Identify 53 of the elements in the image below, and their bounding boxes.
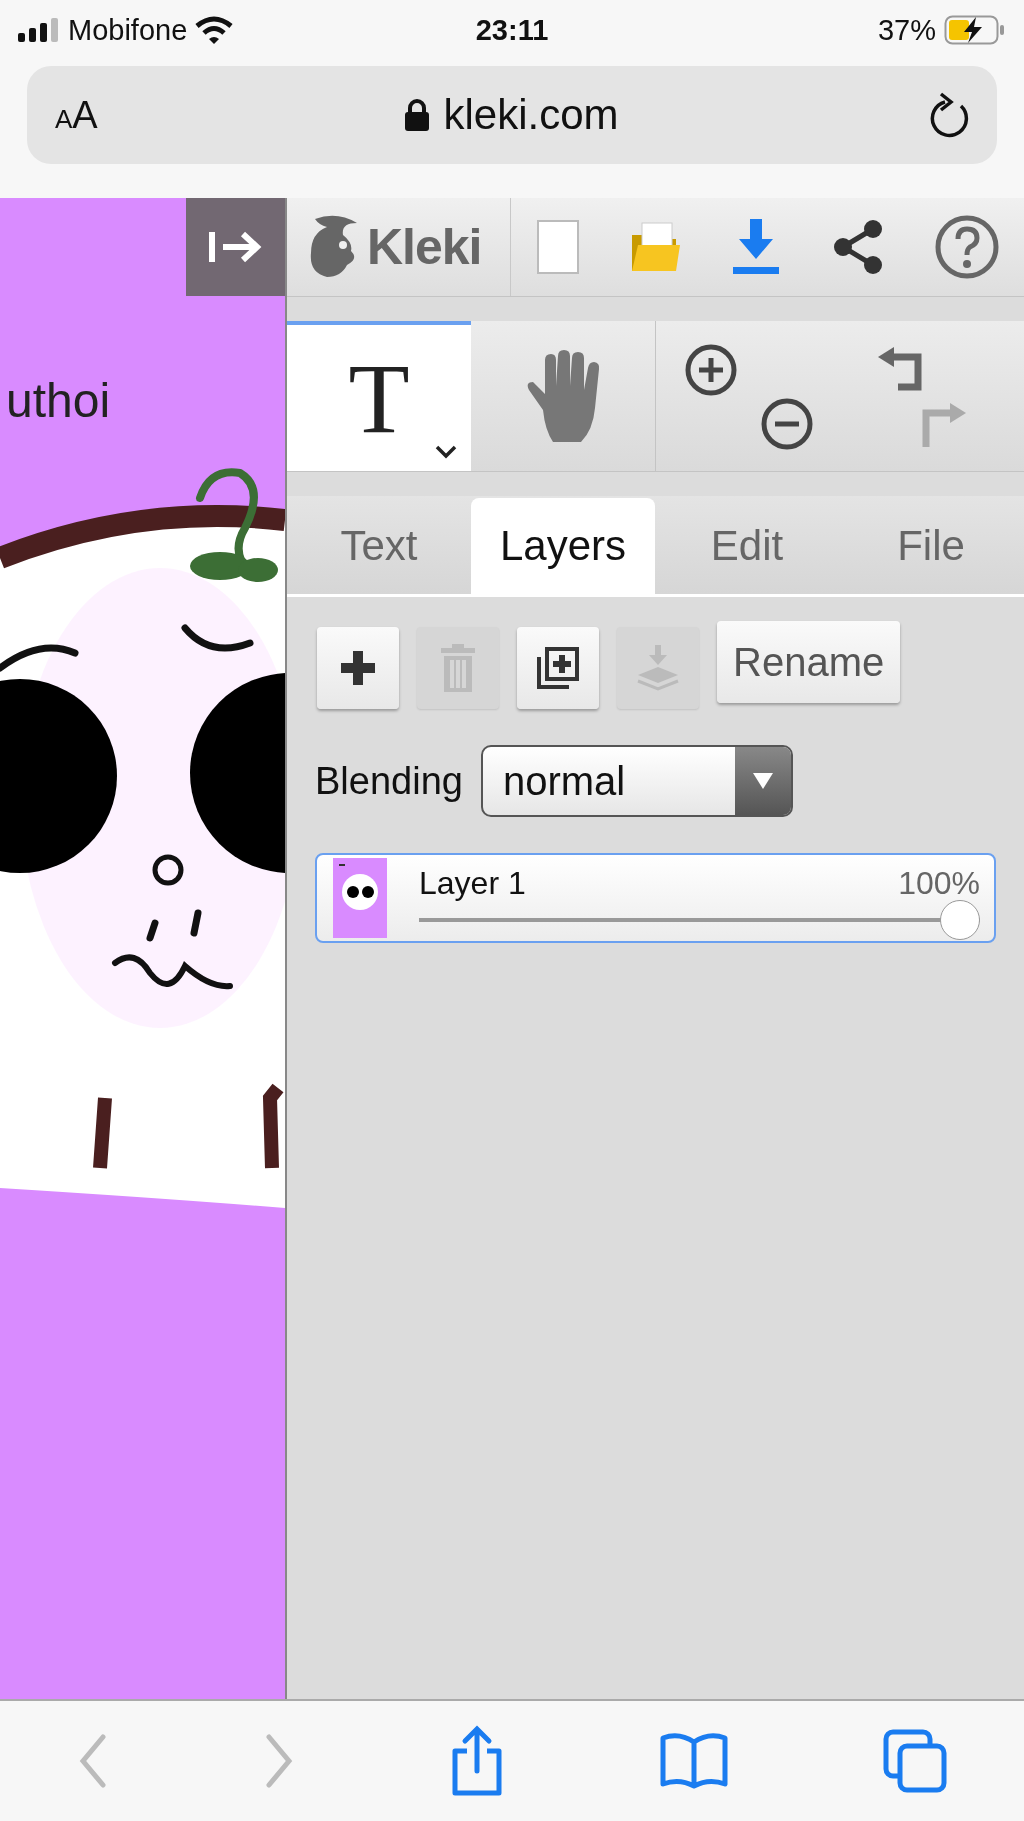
- new-image-button[interactable]: [535, 219, 580, 275]
- plus-icon: [341, 651, 375, 685]
- add-layer-button[interactable]: [317, 627, 399, 709]
- merge-down-icon: [636, 645, 680, 691]
- chevron-left-icon: [77, 1733, 109, 1789]
- collapse-panel-button[interactable]: [186, 198, 285, 296]
- zoom-out-icon: [760, 397, 814, 451]
- panel-tab[interactable]: Layers: [471, 498, 655, 594]
- blending-label: Blending: [315, 759, 463, 803]
- url-text: kleki.com: [443, 91, 619, 139]
- text-tool-button[interactable]: T: [287, 321, 471, 471]
- tabs-button[interactable]: [883, 1729, 947, 1793]
- address-bar[interactable]: AA kleki.com: [27, 66, 997, 164]
- bookmarks-button[interactable]: [659, 1732, 729, 1790]
- layer-opacity: 100%: [898, 864, 980, 902]
- lock-icon: [405, 99, 430, 131]
- panel-tab[interactable]: Edit: [655, 498, 839, 594]
- text-tool-icon: T: [348, 340, 410, 456]
- text-size-button[interactable]: AA: [55, 93, 255, 137]
- caret-icon: [435, 445, 457, 459]
- canvas-text: uthoi: [6, 373, 111, 428]
- panel-tab[interactable]: File: [839, 498, 1023, 594]
- help-button[interactable]: [935, 215, 1000, 279]
- panel-tab[interactable]: Text: [287, 498, 471, 594]
- opacity-slider[interactable]: [419, 899, 980, 940]
- logo-text: Kleki: [367, 218, 482, 276]
- arrow-to-right-icon: [208, 230, 263, 264]
- zoom-in-button[interactable]: [684, 343, 738, 397]
- rename-button[interactable]: Rename: [717, 621, 901, 703]
- hand-icon: [525, 350, 601, 442]
- help-icon: [935, 215, 1000, 279]
- dropdown-arrow-icon: [752, 773, 773, 789]
- tabs-icon: [883, 1729, 947, 1793]
- layer-item[interactable]: Layer 1 100%: [315, 853, 996, 943]
- battery-charging-icon: [944, 15, 1006, 45]
- zoom-in-icon: [684, 343, 738, 397]
- download-icon: [731, 219, 782, 275]
- duplicate-icon: [535, 645, 581, 691]
- carrier-name: Mobifone: [68, 13, 188, 47]
- zoom-out-button[interactable]: [760, 397, 814, 451]
- trash-icon: [441, 644, 475, 692]
- clock-time: 23:11: [475, 13, 549, 47]
- blending-dropdown[interactable]: normal: [480, 745, 793, 817]
- wifi-icon: [195, 16, 234, 44]
- layer-name: Layer 1: [419, 864, 526, 902]
- blank-page-icon: [535, 219, 580, 275]
- battery-percent: 37%: [877, 13, 936, 47]
- chevron-right-icon: [263, 1733, 295, 1789]
- slider-thumb[interactable]: [940, 899, 980, 940]
- book-icon: [659, 1732, 729, 1790]
- duplicate-layer-button[interactable]: [517, 627, 599, 709]
- signal-icon: [18, 18, 60, 42]
- download-button[interactable]: [731, 219, 782, 275]
